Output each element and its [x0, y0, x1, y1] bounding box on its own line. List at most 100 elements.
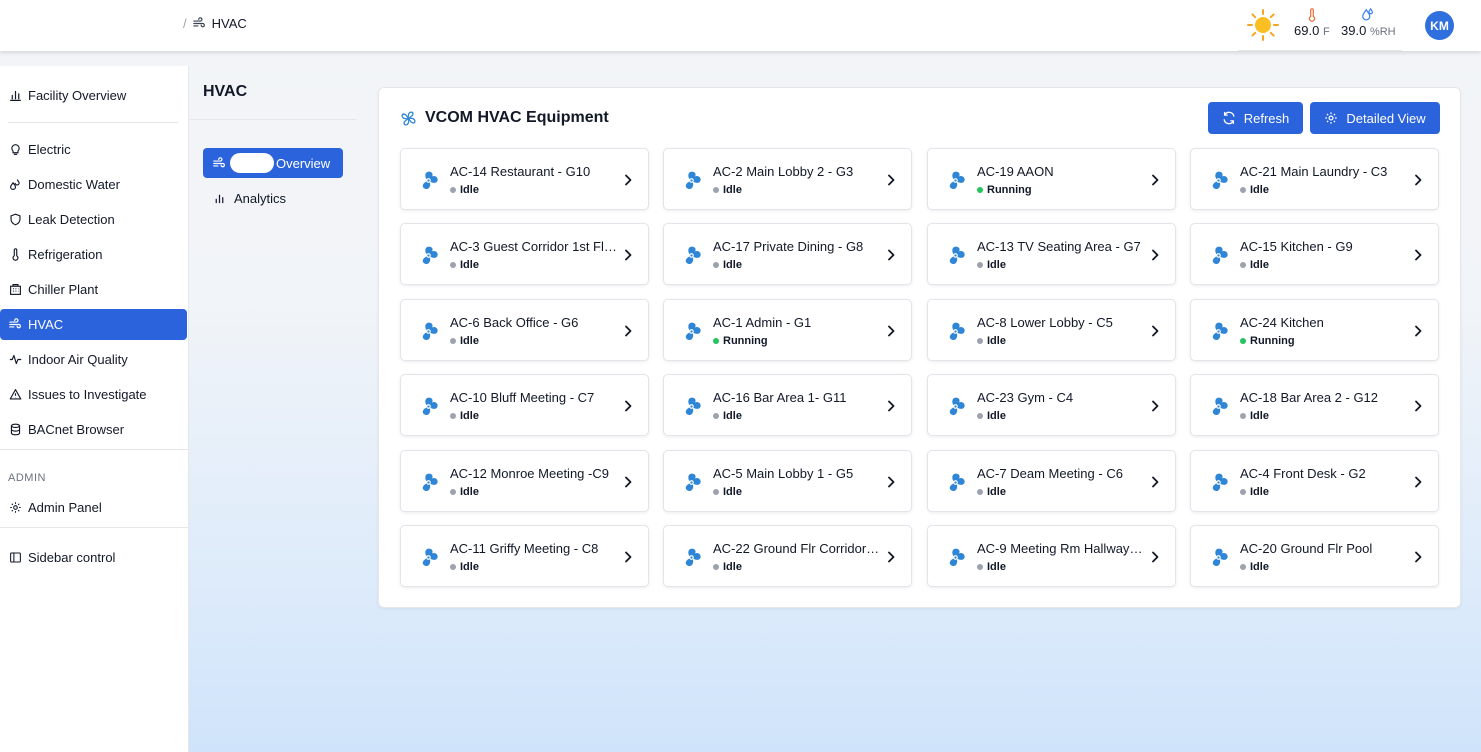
equipment-tile[interactable]: AC-3 Guest Corridor 1st Flr ... Idle	[400, 223, 649, 285]
redaction-blob	[230, 153, 274, 173]
chevron-right-icon	[625, 476, 632, 488]
sidebar-item-issues[interactable]: Issues to Investigate	[0, 379, 187, 410]
subnav-divider	[189, 119, 356, 120]
equipment-status: Idle	[1240, 184, 1269, 196]
building-icon	[10, 284, 21, 295]
equipment-status: Running	[1240, 335, 1295, 347]
avatar[interactable]: KM	[1425, 11, 1454, 40]
sidebar-item-chiller-plant[interactable]: Chiller Plant	[0, 274, 187, 305]
status-dot	[1240, 338, 1246, 344]
status-label: Idle	[1250, 410, 1269, 422]
equipment-name: AC-20 Ground Flr Pool	[1240, 541, 1373, 556]
breadcrumb-current[interactable]: HVAC	[212, 16, 247, 31]
sidebar-panel-icon	[10, 552, 21, 563]
equipment-name: AC-16 Bar Area 1- G11	[713, 390, 847, 405]
equipment-status: Idle	[977, 259, 1006, 271]
status-label: Idle	[460, 410, 479, 422]
equipment-tile[interactable]: AC-9 Meeting Rm Hallway -... Idle	[927, 525, 1176, 587]
tab-analytics-label: Analytics	[234, 190, 287, 206]
equipment-name: AC-21 Main Laundry - C3	[1240, 164, 1388, 179]
equipment-tile[interactable]: AC-6 Back Office - G6 Idle	[400, 299, 649, 361]
equipment-tile[interactable]: AC-22 Ground Flr Corridor -... Idle	[663, 525, 912, 587]
chevron-right-icon	[1152, 325, 1159, 337]
chevron-right-icon	[888, 400, 895, 412]
equipment-tile[interactable]: AC-1 Admin - G1 Running	[663, 299, 912, 361]
wind-icon	[192, 17, 205, 28]
chevron-right-icon	[625, 325, 632, 337]
status-dot	[713, 564, 719, 570]
equipment-tile[interactable]: AC-15 Kitchen - G9 Idle	[1190, 223, 1439, 285]
equipment-tile[interactable]: AC-19 AAON Running	[927, 148, 1176, 210]
chevron-right-icon	[1415, 551, 1422, 563]
sidebar-item-label: Chiller Plant	[28, 282, 99, 297]
sidebar-divider	[0, 449, 188, 450]
database-icon	[10, 423, 21, 436]
status-label: Idle	[460, 259, 479, 271]
sidebar-item-label: Leak Detection	[28, 212, 115, 227]
status-label: Idle	[460, 335, 479, 347]
status-dot	[713, 262, 719, 268]
fan-icon	[422, 171, 438, 190]
sidebar-item-indoor-air-quality[interactable]: Indoor Air Quality	[0, 344, 187, 375]
equipment-tile[interactable]: AC-10 Bluff Meeting - C7 Idle	[400, 374, 649, 436]
fan-icon	[685, 171, 701, 190]
equipment-status: Idle	[450, 184, 479, 196]
equipment-tile[interactable]: AC-24 Kitchen Running	[1190, 299, 1439, 361]
equipment-tile[interactable]: AC-2 Main Lobby 2 - G3 Idle	[663, 148, 912, 210]
chevron-right-icon	[1152, 174, 1159, 186]
sidebar-item-domestic-water[interactable]: Domestic Water	[0, 169, 187, 200]
equipment-tile[interactable]: AC-13 TV Seating Area - G7 Idle	[927, 223, 1176, 285]
status-label: Idle	[723, 486, 742, 498]
equipment-name: AC-15 Kitchen - G9	[1240, 239, 1353, 254]
card-title: VCOM HVAC Equipment	[425, 109, 609, 126]
equipment-tile[interactable]: AC-11 Griffy Meeting - C8 Idle	[400, 525, 649, 587]
chevron-right-icon	[1152, 400, 1159, 412]
subnav-title: HVAC	[203, 83, 248, 100]
equipment-name: AC-23 Gym - C4	[977, 390, 1074, 405]
equipment-tile[interactable]: AC-4 Front Desk - G2 Idle	[1190, 450, 1439, 512]
equipment-tile[interactable]: AC-16 Bar Area 1- G11 Idle	[663, 374, 912, 436]
sidebar-item-refrigeration[interactable]: Refrigeration	[0, 239, 187, 270]
thermometer-icon	[1308, 8, 1316, 22]
equipment-status: Idle	[713, 410, 742, 422]
status-dot	[713, 413, 719, 419]
status-dot	[1240, 564, 1246, 570]
sidebar-item-electric[interactable]: Electric	[0, 134, 187, 165]
sidebar-item-label: Electric	[28, 142, 71, 157]
equipment-tile[interactable]: AC-20 Ground Flr Pool Idle	[1190, 525, 1439, 587]
status-dot	[450, 262, 456, 268]
sidebar-item-bacnet-browser[interactable]: BACnet Browser	[0, 414, 187, 445]
equipment-tile[interactable]: AC-21 Main Laundry - C3 Idle	[1190, 148, 1439, 210]
sidebar-control-button[interactable]: Sidebar control	[0, 542, 187, 573]
detailed-view-button[interactable]: Detailed View	[1310, 102, 1440, 134]
tab-analytics[interactable]: Analytics	[203, 183, 343, 213]
chevron-right-icon	[1415, 249, 1422, 261]
equipment-tile[interactable]: AC-17 Private Dining - G8 Idle	[663, 223, 912, 285]
sidebar-item-leak-detection[interactable]: Leak Detection	[0, 204, 187, 235]
sidebar-item-admin-panel[interactable]: Admin Panel	[0, 492, 187, 523]
equipment-tile[interactable]: AC-5 Main Lobby 1 - G5 Idle	[663, 450, 912, 512]
equipment-status: Idle	[450, 410, 479, 422]
equipment-tile[interactable]: AC-12 Monroe Meeting -C9 Idle	[400, 450, 649, 512]
equipment-tile[interactable]: AC-8 Lower Lobby - C5 Idle	[927, 299, 1176, 361]
fan-icon	[685, 397, 701, 416]
status-label: Idle	[987, 410, 1006, 422]
equipment-status: Idle	[450, 561, 479, 573]
refresh-button[interactable]: Refresh	[1208, 102, 1303, 134]
fan-icon	[949, 397, 965, 416]
sidebar-item-facility-overview[interactable]: Facility Overview	[0, 80, 187, 111]
equipment-tile[interactable]: AC-7 Deam Meeting - C6 Idle	[927, 450, 1176, 512]
tab-overview[interactable]: Overview	[203, 148, 343, 178]
wind-icon	[213, 156, 225, 167]
equipment-tile[interactable]: AC-23 Gym - C4 Idle	[927, 374, 1176, 436]
fan-icon	[1212, 246, 1228, 265]
equipment-status: Idle	[713, 259, 742, 271]
sidebar: Facility Overview Electric Domestic Wate…	[0, 66, 189, 752]
chevron-right-icon	[1415, 325, 1422, 337]
sidebar-item-hvac[interactable]: HVAC	[0, 309, 187, 340]
fan-icon	[422, 473, 438, 492]
equipment-tile[interactable]: AC-18 Bar Area 2 - G12 Idle	[1190, 374, 1439, 436]
equipment-name: AC-18 Bar Area 2 - G12	[1240, 390, 1379, 405]
temperature-value: 69.0	[1294, 23, 1320, 38]
equipment-tile[interactable]: AC-14 Restaurant - G10 Idle	[400, 148, 649, 210]
